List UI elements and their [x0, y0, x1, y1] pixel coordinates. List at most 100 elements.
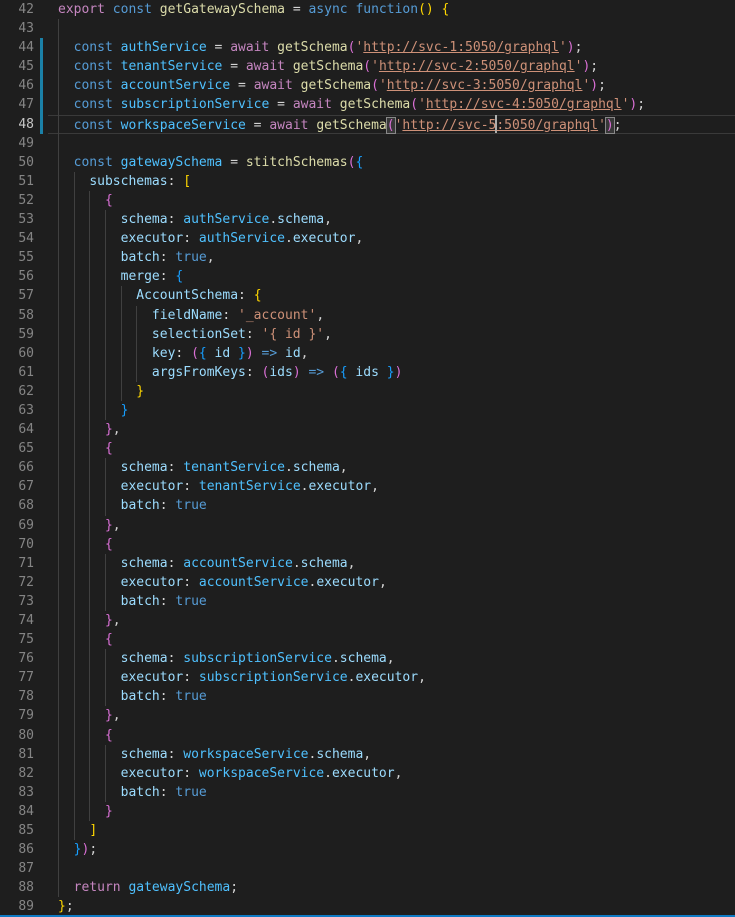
- line-number[interactable]: 68: [0, 496, 34, 515]
- line-number[interactable]: 42: [0, 0, 34, 19]
- line-number[interactable]: 86: [0, 840, 34, 859]
- line-number[interactable]: 43: [0, 19, 34, 38]
- line-number[interactable]: 82: [0, 764, 34, 783]
- code-line[interactable]: 89};: [0, 897, 735, 916]
- code-line[interactable]: 86 });: [0, 840, 735, 859]
- code-line[interactable]: 63 }: [0, 401, 735, 420]
- code-line[interactable]: 85 ]: [0, 821, 735, 840]
- line-number[interactable]: 61: [0, 363, 34, 382]
- code-line[interactable]: 66 schema: tenantService.schema,: [0, 458, 735, 477]
- line-number[interactable]: 58: [0, 306, 34, 325]
- code-line[interactable]: 69 },: [0, 516, 735, 535]
- line-number[interactable]: 80: [0, 726, 34, 745]
- code-line[interactable]: 64 },: [0, 420, 735, 439]
- code-line[interactable]: 70 {: [0, 535, 735, 554]
- code-line[interactable]: 44 const authService = await getSchema('…: [0, 38, 735, 57]
- line-number[interactable]: 85: [0, 821, 34, 840]
- code-line[interactable]: 84 }: [0, 802, 735, 821]
- code-line[interactable]: 82 executor: workspaceService.executor,: [0, 764, 735, 783]
- code-line[interactable]: 62 }: [0, 382, 735, 401]
- line-number[interactable]: 53: [0, 210, 34, 229]
- line-number[interactable]: 44: [0, 38, 34, 57]
- line-number[interactable]: 81: [0, 745, 34, 764]
- line-number[interactable]: 63: [0, 401, 34, 420]
- line-number[interactable]: 88: [0, 878, 34, 897]
- line-number[interactable]: 66: [0, 458, 34, 477]
- line-number[interactable]: 60: [0, 344, 34, 363]
- line-number[interactable]: 62: [0, 382, 34, 401]
- code-line[interactable]: 50 const gatewaySchema = stitchSchemas({: [0, 153, 735, 172]
- code-line[interactable]: 52 {: [0, 191, 735, 210]
- code-line[interactable]: 74 },: [0, 611, 735, 630]
- code-editor[interactable]: 42export const getGatewaySchema = async …: [0, 0, 735, 917]
- code-line[interactable]: 87: [0, 859, 735, 878]
- code-line[interactable]: 60 key: ({ id }) => id,: [0, 344, 735, 363]
- code-line[interactable]: 56 merge: {: [0, 267, 735, 286]
- line-number[interactable]: 72: [0, 573, 34, 592]
- line-number[interactable]: 76: [0, 649, 34, 668]
- code-line[interactable]: 53 schema: authService.schema,: [0, 210, 735, 229]
- line-number[interactable]: 67: [0, 477, 34, 496]
- code-line[interactable]: 77 executor: subscriptionService.executo…: [0, 668, 735, 687]
- line-number[interactable]: 45: [0, 57, 34, 76]
- line-number[interactable]: 47: [0, 95, 34, 114]
- code-token: }: [238, 346, 246, 361]
- code-line[interactable]: 78 batch: true: [0, 687, 735, 706]
- line-number[interactable]: 50: [0, 153, 34, 172]
- code-line[interactable]: 73 batch: true: [0, 592, 735, 611]
- line-number[interactable]: 87: [0, 859, 34, 878]
- code-line[interactable]: 51 subschemas: [: [0, 172, 735, 191]
- code-line[interactable]: 72 executor: accountService.executor,: [0, 573, 735, 592]
- line-number[interactable]: 73: [0, 592, 34, 611]
- code-line[interactable]: 57 AccountSchema: {: [0, 286, 735, 305]
- line-number[interactable]: 65: [0, 439, 34, 458]
- code-line[interactable]: 81 schema: workspaceService.schema,: [0, 745, 735, 764]
- line-number[interactable]: 75: [0, 630, 34, 649]
- line-number[interactable]: 55: [0, 248, 34, 267]
- line-number[interactable]: 52: [0, 191, 34, 210]
- line-number[interactable]: 74: [0, 611, 34, 630]
- line-number[interactable]: 77: [0, 668, 34, 687]
- line-number[interactable]: 70: [0, 535, 34, 554]
- code-line[interactable]: 46 const accountService = await getSchem…: [0, 76, 735, 95]
- line-number[interactable]: 56: [0, 267, 34, 286]
- line-number[interactable]: 64: [0, 420, 34, 439]
- line-number[interactable]: 49: [0, 134, 34, 153]
- code-line[interactable]: 76 schema: subscriptionService.schema,: [0, 649, 735, 668]
- code-line[interactable]: 48 const workspaceService = await getSch…: [0, 115, 735, 134]
- code-line[interactable]: 71 schema: accountService.schema,: [0, 554, 735, 573]
- line-number[interactable]: 69: [0, 516, 34, 535]
- line-number[interactable]: 79: [0, 706, 34, 725]
- code-line[interactable]: 65 {: [0, 439, 735, 458]
- code-line[interactable]: 79 },: [0, 706, 735, 725]
- code-text: schema: workspaceService.schema,: [58, 745, 735, 764]
- line-number[interactable]: 46: [0, 76, 34, 95]
- code-line[interactable]: 80 {: [0, 726, 735, 745]
- code-line[interactable]: 47 const subscriptionService = await get…: [0, 95, 735, 114]
- line-number[interactable]: 54: [0, 229, 34, 248]
- code-line[interactable]: 75 {: [0, 630, 735, 649]
- line-number[interactable]: 48: [0, 115, 34, 134]
- line-number[interactable]: 59: [0, 325, 34, 344]
- code-line[interactable]: 88 return gatewaySchema;: [0, 878, 735, 897]
- code-line[interactable]: 67 executor: tenantService.executor,: [0, 477, 735, 496]
- line-number[interactable]: 78: [0, 687, 34, 706]
- line-number[interactable]: 83: [0, 783, 34, 802]
- code-line[interactable]: 43: [0, 19, 735, 38]
- code-line[interactable]: 55 batch: true,: [0, 248, 735, 267]
- line-number[interactable]: 89: [0, 897, 34, 916]
- code-line[interactable]: 42export const getGatewaySchema = async …: [0, 0, 735, 19]
- line-number[interactable]: 57: [0, 286, 34, 305]
- code-line[interactable]: 45 const tenantService = await getSchema…: [0, 57, 735, 76]
- code-line[interactable]: 59 selectionSet: '{ id }',: [0, 325, 735, 344]
- code-line[interactable]: 54 executor: authService.executor,: [0, 229, 735, 248]
- code-line[interactable]: 58 fieldName: '_account',: [0, 306, 735, 325]
- line-number[interactable]: 51: [0, 172, 34, 191]
- line-number[interactable]: 71: [0, 554, 34, 573]
- code-line[interactable]: 49: [0, 134, 735, 153]
- code-line[interactable]: 68 batch: true: [0, 496, 735, 515]
- code-line[interactable]: 61 argsFromKeys: (ids) => ({ ids }): [0, 363, 735, 382]
- line-number[interactable]: 84: [0, 802, 34, 821]
- code-line[interactable]: 83 batch: true: [0, 783, 735, 802]
- code-token: ,: [113, 518, 121, 533]
